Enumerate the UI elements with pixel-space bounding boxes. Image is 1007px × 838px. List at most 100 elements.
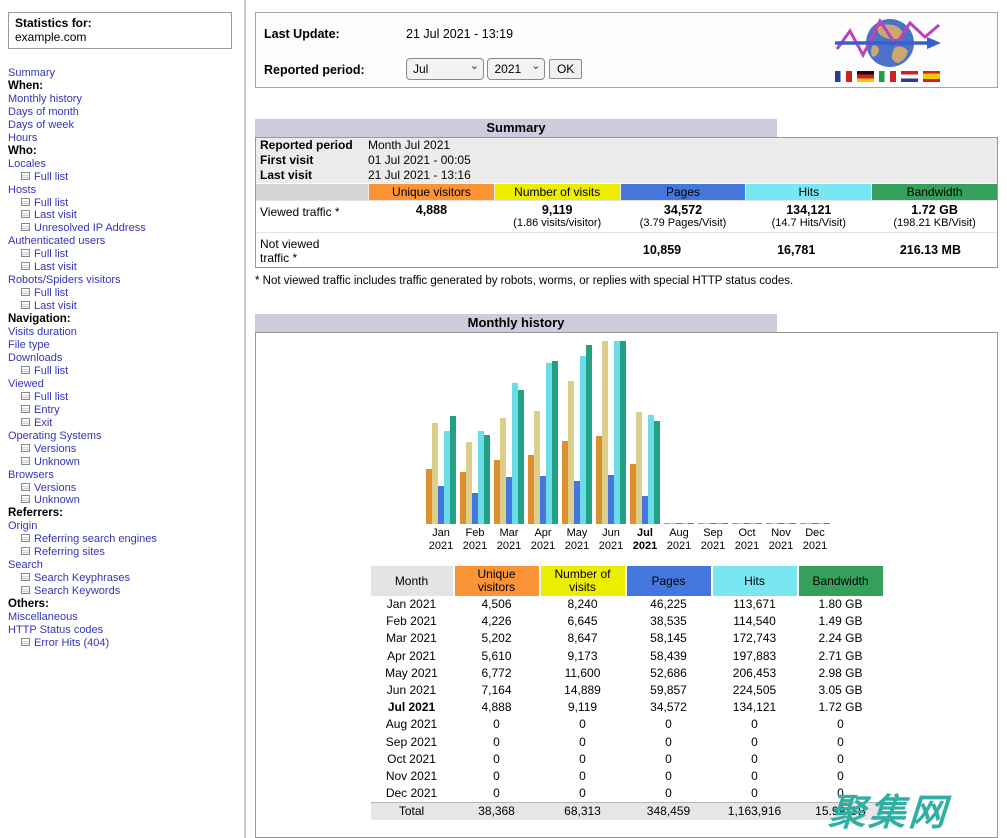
bar-group-mar-2021 [492, 341, 526, 524]
nav-link[interactable]: Versions [34, 443, 76, 455]
summary-info-row: Reported periodMonth Jul 2021 [256, 138, 997, 153]
nav-link[interactable]: Visits duration [8, 326, 77, 338]
nav-link[interactable]: Full list [34, 197, 68, 209]
list-bullet-icon [21, 262, 30, 270]
nav-link[interactable]: Unresolved IP Address [34, 222, 146, 234]
nav-link[interactable]: Referring search engines [34, 533, 157, 545]
nav-link[interactable]: Hours [8, 132, 37, 144]
nav-link[interactable]: Last visit [34, 261, 77, 273]
flag-netherlands-icon[interactable] [901, 71, 918, 82]
bar-group-nov-2021 [764, 341, 798, 524]
table-cell: 0 [455, 734, 539, 751]
flag-italy-icon[interactable] [879, 71, 896, 82]
flag-spain-icon[interactable] [923, 71, 940, 82]
year-select[interactable]: 2021 [487, 58, 545, 80]
nav-link[interactable]: Days of week [8, 119, 74, 131]
table-cell: 0 [713, 716, 797, 733]
table-cell: Jul 2021 [371, 699, 453, 716]
sidebar-nav: SummaryWhen:Monthly historyDays of month… [8, 67, 238, 650]
ok-button[interactable]: OK [549, 59, 582, 79]
sidebar-item-referring-search-engines: Referring search engines [8, 533, 238, 546]
list-bullet-icon [21, 392, 30, 400]
reported-period-label: Reported period: [264, 63, 365, 77]
summary-info-row: First visit01 Jul 2021 - 00:05 [256, 153, 997, 168]
nav-link[interactable]: Full list [34, 287, 68, 299]
table-cell: May 2021 [371, 665, 453, 682]
table-cell: 38,535 [627, 613, 711, 630]
nav-link[interactable]: Entry [34, 404, 60, 416]
table-cell: 8,240 [541, 596, 625, 613]
bar-bandwidth-gb- [722, 523, 728, 524]
nav-link[interactable]: Hosts [8, 184, 36, 196]
metric-header-pages: Pages [621, 184, 746, 200]
nav-link[interactable]: Error Hits (404) [34, 637, 109, 649]
table-cell: 172,743 [713, 630, 797, 647]
table-cell: 1.80 GB [799, 596, 883, 613]
nav-link[interactable]: Referring sites [34, 546, 105, 558]
table-cell: 9,119 [541, 699, 625, 716]
viewed-value-cell: 34,572(3.79 Pages/Visit) [621, 201, 746, 232]
nav-link[interactable]: Monthly history [8, 93, 82, 105]
nav-link[interactable]: Operating Systems [8, 430, 102, 442]
sidebar-item-unresolved-ip-address: Unresolved IP Address [8, 222, 238, 235]
month-select[interactable]: Jul [406, 58, 484, 80]
chart-month-labels: Jan2021Feb2021Mar2021Apr2021May2021Jun20… [424, 527, 832, 552]
not-viewed-traffic-label: Not viewed traffic * [256, 233, 326, 267]
table-cell: 197,883 [713, 648, 797, 665]
list-bullet-icon [21, 198, 30, 206]
sidebar-item-operating-systems: Operating Systems [8, 430, 238, 443]
nav-link[interactable]: Authenticated users [8, 235, 105, 247]
sidebar-item-last-visit: Last visit [8, 261, 238, 274]
sidebar-item-last-visit: Last visit [8, 209, 238, 222]
table-cell: 38,368 [455, 803, 539, 820]
nav-link[interactable]: Viewed [8, 378, 44, 390]
nav-link[interactable]: Full list [34, 365, 68, 377]
bar-group-sep-2021 [696, 341, 730, 524]
month-label: Mar2021 [492, 527, 526, 552]
nav-link[interactable]: Downloads [8, 352, 62, 364]
nav-link[interactable]: HTTP Status codes [8, 624, 103, 636]
nav-link[interactable]: Browsers [8, 469, 54, 481]
nav-link[interactable]: Versions [34, 482, 76, 494]
nav-link[interactable]: Origin [8, 520, 37, 532]
nav-link[interactable]: Full list [34, 171, 68, 183]
monthly-table-body: Jan 20214,5068,24046,225113,6711.80 GBFe… [371, 596, 883, 820]
nav-link[interactable]: Unknown [34, 494, 80, 506]
nav-section-header: Navigation: [8, 313, 238, 326]
nav-link[interactable]: Search Keyphrases [34, 572, 130, 584]
nav-link[interactable]: Full list [34, 391, 68, 403]
table-cell: 0 [627, 716, 711, 733]
bar-bandwidth-gb- [586, 345, 592, 524]
nav-link[interactable]: Miscellaneous [8, 611, 78, 623]
nav-link[interactable]: Exit [34, 417, 52, 429]
bar-group-jun-2021 [594, 341, 628, 524]
nav-link[interactable]: Summary [8, 67, 55, 79]
table-cell: Feb 2021 [371, 613, 453, 630]
nav-link[interactable]: Robots/Spiders visitors [8, 274, 121, 286]
table-cell: 0 [799, 751, 883, 768]
table-row: Aug 202100000 [371, 716, 883, 733]
bar-bandwidth-gb- [654, 421, 660, 524]
flag-france-icon[interactable] [835, 71, 852, 82]
bar-bandwidth-gb- [450, 416, 456, 524]
nav-link[interactable]: Full list [34, 248, 68, 260]
site-domain: example.com [15, 30, 225, 44]
nav-link[interactable]: Locales [8, 158, 46, 170]
table-cell: 0 [627, 768, 711, 785]
nav-link[interactable]: Search [8, 559, 43, 571]
bar-group-apr-2021 [526, 341, 560, 524]
nav-link[interactable]: File type [8, 339, 50, 351]
table-cell: 46,225 [627, 596, 711, 613]
nav-link[interactable]: Search Keywords [34, 585, 120, 597]
nav-link[interactable]: Last visit [34, 300, 77, 312]
nav-link[interactable]: Days of month [8, 106, 79, 118]
flag-germany-icon[interactable] [857, 71, 874, 82]
table-cell: 5,610 [455, 648, 539, 665]
table-cell: 3.05 GB [799, 682, 883, 699]
statistics-for-box: Statistics for: example.com [8, 12, 232, 49]
nav-link[interactable]: Unknown [34, 456, 80, 468]
sidebar-item-entry: Entry [8, 404, 238, 417]
info-value: 01 Jul 2021 - 00:05 [368, 153, 471, 168]
not-viewed-value-cell [327, 233, 460, 267]
nav-link[interactable]: Last visit [34, 209, 77, 221]
